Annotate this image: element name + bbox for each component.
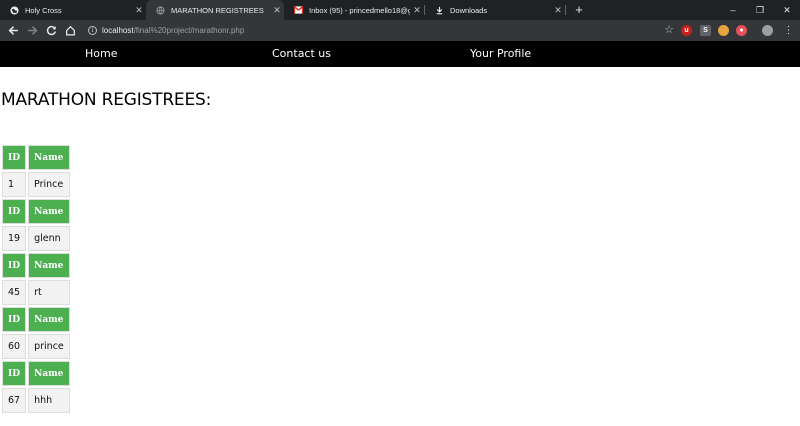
- registree-table: ID Name 67 hhh: [0, 359, 72, 415]
- tab-title: Inbox (95) - princedmello18@gm: [309, 5, 410, 15]
- table-row: 45 rt: [2, 280, 71, 305]
- download-icon: [435, 6, 444, 15]
- url-text: localhost/final%20project/marathonr.php: [102, 24, 244, 37]
- tab-title: Downloads: [450, 5, 488, 15]
- s-extension-icon[interactable]: S: [700, 25, 711, 36]
- table-row: 1 Prince: [2, 172, 71, 197]
- name-header: Name: [28, 361, 71, 386]
- info-icon[interactable]: i: [88, 26, 97, 35]
- name-cell: prince: [28, 334, 71, 359]
- registrees-list: ID Name 1 Prince ID Name 19 glenn ID Nam…: [1, 145, 72, 415]
- id-cell: 67: [2, 388, 27, 413]
- id-header: ID: [2, 253, 27, 278]
- adblock-extension-icon[interactable]: u: [681, 25, 692, 36]
- close-tab-icon[interactable]: ✕: [410, 5, 424, 16]
- tab-title: Holy Cross: [25, 5, 62, 15]
- close-tab-icon[interactable]: ✕: [551, 5, 565, 16]
- id-header: ID: [2, 199, 27, 224]
- globe-icon: [10, 5, 19, 15]
- registree-table: ID Name 45 rt: [0, 251, 72, 307]
- cookie-extension-icon[interactable]: [718, 25, 729, 36]
- reload-icon[interactable]: [44, 23, 59, 38]
- close-window-button[interactable]: ✕: [772, 0, 800, 20]
- table-row: 67 hhh: [2, 388, 71, 413]
- tab-marathon-registrees[interactable]: MARATHON REGISTREES ✕: [146, 0, 284, 20]
- nav-home-link[interactable]: Home: [85, 41, 117, 67]
- id-header: ID: [2, 145, 27, 170]
- table-row: 19 glenn: [2, 226, 71, 251]
- tab-downloads[interactable]: Downloads ✕: [425, 0, 565, 20]
- tab-title: MARATHON REGISTREES: [171, 5, 264, 15]
- registree-table: ID Name 19 glenn: [0, 197, 72, 253]
- name-cell: Prince: [28, 172, 71, 197]
- url-host: localhost: [102, 26, 134, 35]
- table-header-row: ID Name: [2, 361, 71, 386]
- table-header-row: ID Name: [2, 145, 71, 170]
- registree-table: ID Name 1 Prince: [0, 143, 72, 199]
- id-cell: 60: [2, 334, 27, 359]
- site-navigation: Home Contact us Your Profile: [0, 41, 800, 67]
- address-bar[interactable]: i localhost/final%20project/marathonr.ph…: [80, 23, 680, 38]
- restore-button[interactable]: ❐: [745, 0, 775, 20]
- table-header-row: ID Name: [2, 307, 71, 332]
- minimize-button[interactable]: –: [718, 0, 748, 20]
- id-header: ID: [2, 361, 27, 386]
- name-header: Name: [28, 307, 71, 332]
- nav-profile-link[interactable]: Your Profile: [470, 41, 531, 67]
- id-header: ID: [2, 307, 27, 332]
- name-header: Name: [28, 253, 71, 278]
- id-cell: 45: [2, 280, 27, 305]
- back-arrow-icon[interactable]: [6, 23, 21, 38]
- nav-contact-link[interactable]: Contact us: [272, 41, 331, 67]
- globe-icon: [156, 5, 165, 15]
- page-title: MARATHON REGISTREES:: [1, 90, 212, 110]
- close-tab-icon[interactable]: ✕: [132, 5, 146, 16]
- registree-table: ID Name 60 prince: [0, 305, 72, 361]
- profile-avatar-icon[interactable]: [762, 25, 773, 36]
- close-tab-icon[interactable]: ✕: [270, 5, 284, 16]
- name-header: Name: [28, 199, 71, 224]
- browser-tab-strip: Holy Cross ✕ MARATHON REGISTREES ✕ Inbox…: [0, 0, 800, 20]
- tab-inbox[interactable]: Inbox (95) - princedmello18@gm ✕: [284, 0, 424, 20]
- record-extension-icon[interactable]: ●: [736, 25, 747, 36]
- name-cell: hhh: [28, 388, 71, 413]
- browser-toolbar: i localhost/final%20project/marathonr.ph…: [0, 20, 800, 41]
- table-header-row: ID Name: [2, 253, 71, 278]
- table-header-row: ID Name: [2, 199, 71, 224]
- home-icon[interactable]: [63, 23, 78, 38]
- bookmark-star-icon[interactable]: ☆: [664, 23, 674, 38]
- name-header: Name: [28, 145, 71, 170]
- tab-holy-cross[interactable]: Holy Cross ✕: [0, 0, 146, 20]
- new-tab-button[interactable]: +: [571, 2, 587, 18]
- gmail-icon: [294, 6, 303, 15]
- id-cell: 19: [2, 226, 27, 251]
- id-cell: 1: [2, 172, 27, 197]
- forward-arrow-icon[interactable]: [25, 23, 40, 38]
- menu-kebab-icon[interactable]: ⋮: [781, 23, 796, 38]
- table-row: 60 prince: [2, 334, 71, 359]
- url-path: /final%20project/marathonr.php: [133, 26, 245, 35]
- name-cell: glenn: [28, 226, 71, 251]
- tab-separator: [565, 5, 566, 15]
- name-cell: rt: [28, 280, 71, 305]
